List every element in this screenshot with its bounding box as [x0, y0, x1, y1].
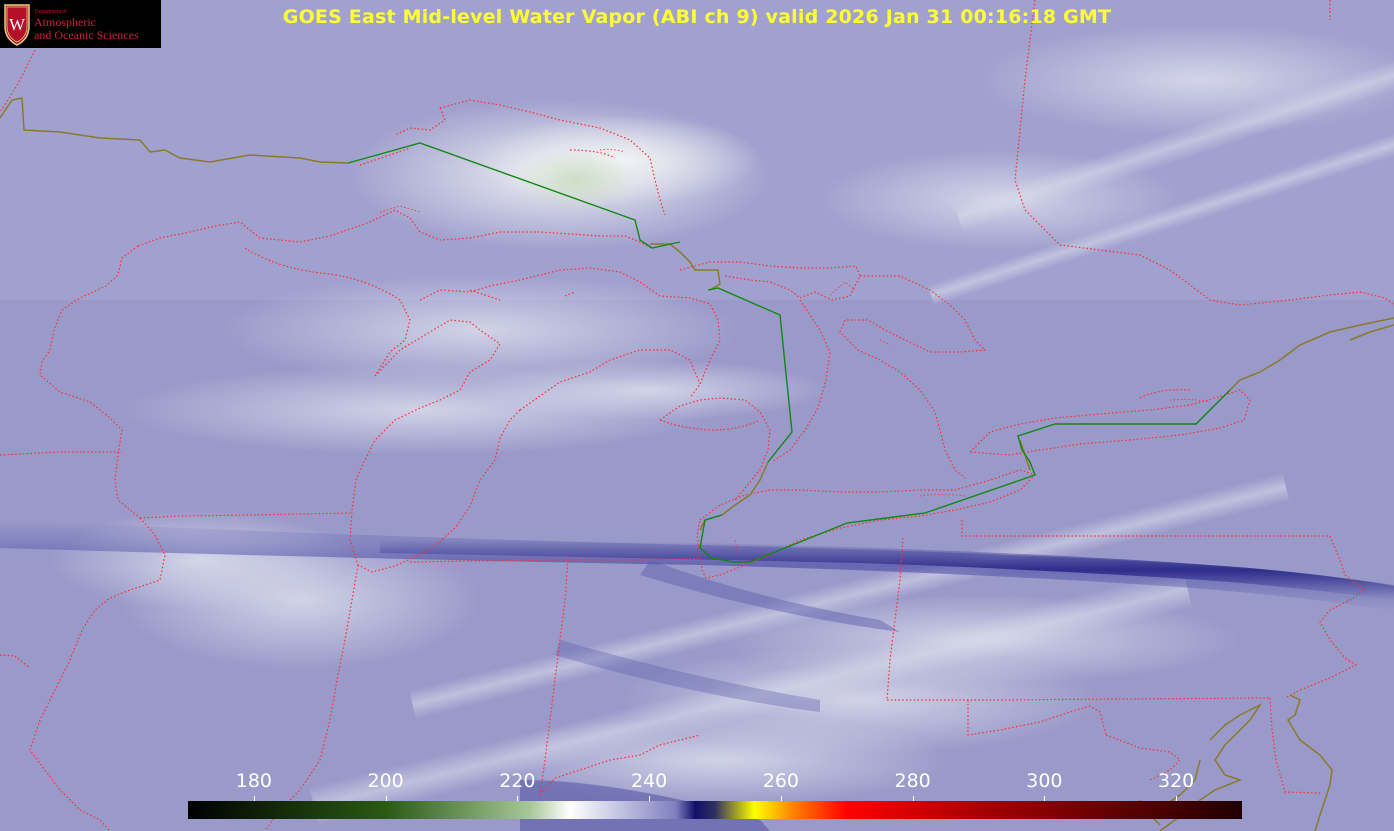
colorbar-tick-mark	[385, 796, 387, 801]
colorbar-tick-label: 180	[235, 770, 273, 792]
colorbar-tick-label: 240	[630, 770, 668, 792]
colorbar-gradient	[188, 801, 1242, 819]
colorbar-tick-label: 260	[762, 770, 800, 792]
colorbar-tick-mark	[780, 796, 782, 801]
colorbar-tick-mark	[517, 796, 519, 801]
colorbar-tick-mark	[649, 796, 651, 801]
colorbar-tick-mark	[912, 796, 914, 801]
colorbar-tick-label: 320	[1157, 770, 1195, 792]
image-title: GOES East Mid-level Water Vapor (ABI ch …	[282, 6, 1112, 28]
colorbar-tick-label: 220	[499, 770, 536, 792]
colorbar-tick-mark	[1176, 796, 1178, 801]
colorbar-tick-label: 200	[367, 770, 404, 792]
colorbar	[188, 801, 1242, 819]
colorbar-tick-mark	[253, 796, 255, 801]
colorbar-tick-mark	[1044, 796, 1046, 801]
colorbar-tick-label: 300	[1026, 770, 1063, 792]
water-vapor-map	[0, 0, 1394, 831]
colorbar-tick-label: 280	[894, 770, 931, 792]
logo-line-2: and Oceanic Sciences	[34, 28, 139, 42]
satellite-image: W Department of Atmospheric and Oceanic …	[0, 0, 1394, 831]
